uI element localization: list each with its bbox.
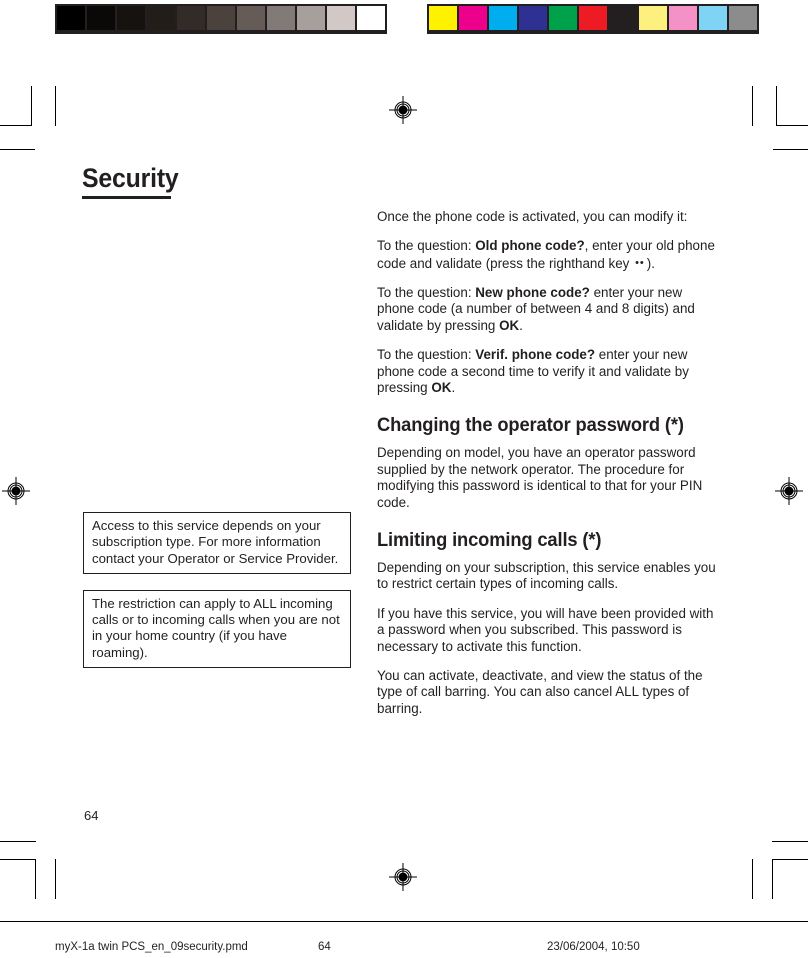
- paragraph-operator-password: Depending on model, you have an operator…: [377, 445, 703, 510]
- color-calibration-bar: [427, 4, 759, 34]
- crop-mark-top-left-horizontal: [0, 125, 32, 126]
- calibration-swatch: [57, 6, 85, 30]
- calibration-swatch: [519, 6, 547, 30]
- righthand-key-icon: ••: [635, 256, 645, 269]
- registration-mark-right: [775, 477, 803, 505]
- crop-mark-top-left-inner-vertical: [55, 86, 56, 126]
- calibration-swatch: [117, 6, 145, 30]
- crop-mark-bottom-right-inner-vertical: [752, 859, 753, 899]
- calibration-swatch: [327, 6, 355, 30]
- callout-note-subscription: Access to this service depends on your s…: [83, 512, 351, 574]
- footer-filename: myX-1a twin PCS_en_09security.pmd: [55, 941, 248, 953]
- crop-mark-bottom-right-horizontal: [772, 841, 808, 842]
- calibration-swatch: [609, 6, 637, 30]
- paragraph-new-phone-code: To the question: New phone code? enter y…: [377, 285, 722, 334]
- new-code-prompt: New phone code?: [475, 284, 590, 300]
- verif-code-ok-key: OK: [431, 380, 452, 395]
- greyscale-calibration-bar: [55, 4, 387, 34]
- calibration-swatch: [549, 6, 577, 30]
- crop-mark-bottom-right-inner-horizontal: [772, 859, 808, 860]
- page-title-underline: [82, 196, 171, 199]
- crop-mark-top-left-vertical: [31, 86, 32, 126]
- calibration-swatch: [729, 6, 757, 30]
- callout-note-restriction: The restriction can apply to ALL incomin…: [83, 589, 351, 669]
- paragraph-intro: Once the phone code is activated, you ca…: [377, 209, 688, 224]
- calibration-swatch: [489, 6, 517, 30]
- old-code-prompt: Old phone code?: [475, 238, 585, 254]
- paragraph-verify-phone-code: To the question: Verif. phone code? ente…: [377, 347, 722, 396]
- calibration-swatch: [267, 6, 295, 30]
- crop-mark-top-left-inner-horizontal: [0, 149, 35, 150]
- footer-divider: [0, 921, 808, 922]
- left-column: Access to this service depends on your s…: [83, 512, 351, 684]
- calibration-swatch: [207, 6, 235, 30]
- footer-page-number: 64: [318, 941, 331, 953]
- calibration-swatch: [147, 6, 175, 30]
- calibration-swatch: [699, 6, 727, 30]
- verif-code-prompt: Verif. phone code?: [475, 347, 596, 363]
- crop-mark-bottom-right-vertical: [772, 859, 773, 899]
- paragraph-old-phone-code: To the question: Old phone code?, enter …: [377, 238, 722, 272]
- paragraph-limiting-calls-1: Depending on your subscription, this ser…: [377, 560, 716, 592]
- new-code-tail: .: [519, 317, 523, 333]
- new-code-ok-key: OK: [499, 317, 520, 333]
- crop-mark-bottom-left-horizontal: [0, 841, 36, 842]
- new-code-lead: To the question:: [377, 284, 476, 300]
- verif-code-tail: .: [451, 380, 456, 395]
- calibration-swatch: [459, 6, 487, 30]
- calibration-swatch: [177, 6, 205, 30]
- calibration-swatch: [87, 6, 115, 30]
- calibration-swatch: [669, 6, 697, 30]
- calibration-swatch: [579, 6, 607, 30]
- right-column: Once the phone code is activated, you ca…: [377, 209, 722, 730]
- calibration-swatch: [237, 6, 265, 30]
- calibration-swatch: [297, 6, 325, 30]
- registration-mark-left: [2, 477, 30, 505]
- crop-mark-top-right-inner-horizontal: [773, 149, 808, 150]
- crop-mark-bottom-left-inner-horizontal: [0, 859, 36, 860]
- paragraph-limiting-calls-3: You can activate, deactivate, and view t…: [377, 668, 703, 716]
- crop-mark-bottom-left-vertical: [35, 859, 36, 899]
- old-code-lead: To the question:: [377, 238, 476, 254]
- footer-timestamp: 23/06/2004, 10:50: [547, 941, 640, 953]
- crop-mark-top-right-vertical: [776, 86, 777, 126]
- verif-code-lead: To the question:: [377, 347, 476, 363]
- paragraph-limiting-calls-2: If you have this service, you will have …: [377, 605, 714, 654]
- calibration-swatch: [429, 6, 457, 30]
- heading-limiting-incoming-calls: Limiting incoming calls (*): [377, 529, 602, 552]
- page-title: Security: [82, 163, 179, 193]
- crop-mark-top-right-horizontal: [776, 125, 808, 126]
- calibration-swatch: [357, 6, 385, 30]
- crop-mark-bottom-left-inner-vertical: [55, 859, 56, 899]
- registration-mark-top: [389, 96, 417, 124]
- old-code-tail-2: ).: [646, 255, 655, 271]
- page-number: 64: [84, 808, 99, 823]
- calibration-swatch: [639, 6, 667, 30]
- registration-mark-bottom: [389, 863, 417, 891]
- crop-mark-top-right-inner-vertical: [752, 86, 753, 126]
- heading-changing-operator-password: Changing the operator password (*): [377, 414, 684, 437]
